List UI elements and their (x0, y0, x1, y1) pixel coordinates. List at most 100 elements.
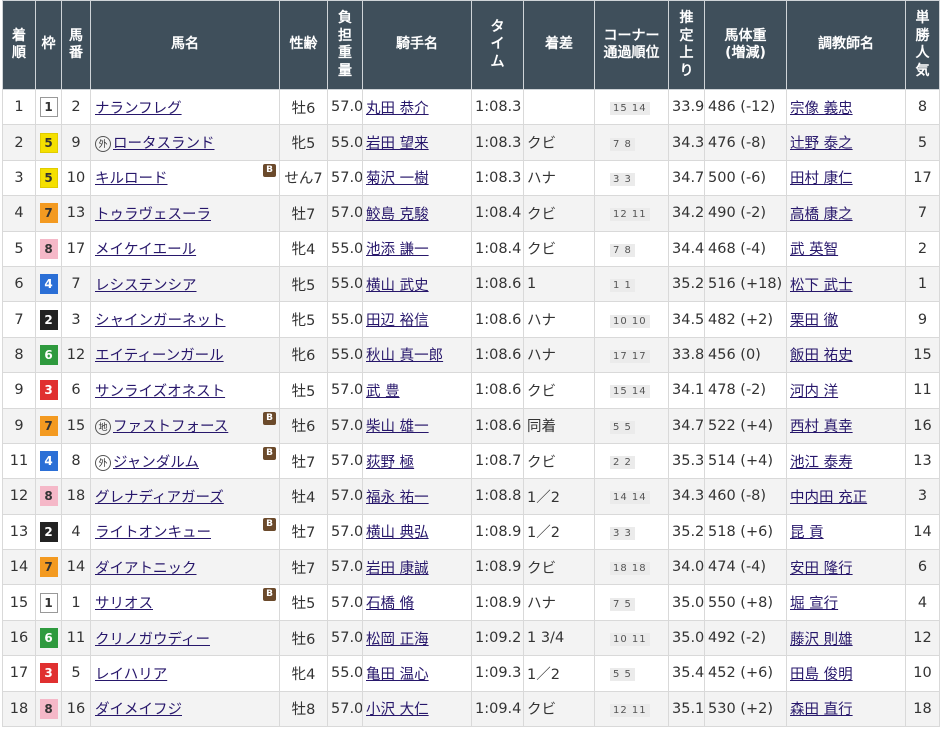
trainer-cell[interactable]: 武 英智 (786, 230, 906, 267)
trainer-cell[interactable]: 森田 直行 (786, 690, 906, 728)
jockey-cell[interactable]: 岩田 康誠 (362, 549, 472, 586)
jockey-cell[interactable]: 岩田 望来 (362, 124, 472, 161)
header-bodyweight[interactable]: 馬体重 (増減) (704, 0, 787, 90)
header-jockey[interactable]: 騎手名 (362, 0, 472, 90)
horse-name-link[interactable]: トゥラヴェスーラ (95, 207, 211, 223)
jockey-name-link[interactable]: 小沢 大仁 (366, 702, 429, 718)
trainer-cell[interactable]: 辻野 泰之 (786, 124, 906, 161)
jockey-name-link[interactable]: 鮫島 克駿 (366, 207, 429, 223)
horse-name-link[interactable]: サンライズオネスト (95, 384, 225, 400)
trainer-name-link[interactable]: 高橋 康之 (790, 207, 853, 223)
jockey-name-link[interactable]: 横山 武史 (366, 278, 429, 294)
header-weight[interactable]: 負担重量 (327, 0, 363, 90)
trainer-cell[interactable]: 池江 泰寿 (786, 442, 906, 480)
jockey-name-link[interactable]: 岩田 望来 (366, 136, 429, 152)
jockey-cell[interactable]: 池添 謙一 (362, 230, 472, 267)
horse-name-link[interactable]: ジャンダルム (113, 455, 199, 471)
trainer-cell[interactable]: 宗像 義忠 (786, 88, 906, 126)
horse-name-link[interactable]: ダイメイフジ (95, 702, 182, 718)
jockey-name-link[interactable]: 武 豊 (366, 384, 400, 400)
horse-name-link[interactable]: サリオス (95, 596, 153, 612)
trainer-name-link[interactable]: 堀 宣行 (790, 596, 838, 612)
trainer-cell[interactable]: 安田 隆行 (786, 549, 906, 586)
horse-cell[interactable]: ダイアトニック (90, 549, 280, 586)
horse-cell[interactable]: メイケイエール (90, 230, 280, 267)
trainer-cell[interactable]: 河内 洋 (786, 372, 906, 409)
header-margin[interactable]: 着差 (523, 0, 595, 90)
jockey-name-link[interactable]: 石橋 脩 (366, 596, 414, 612)
header-trainer[interactable]: 調教師名 (786, 0, 906, 90)
jockey-cell[interactable]: 秋山 真一郎 (362, 336, 472, 374)
jockey-cell[interactable]: 横山 武史 (362, 265, 472, 303)
trainer-name-link[interactable]: 飯田 祐史 (790, 348, 853, 364)
horse-name-link[interactable]: キルロード (95, 171, 168, 187)
jockey-cell[interactable]: 松岡 正海 (362, 619, 472, 657)
header-time[interactable]: タイム (471, 0, 524, 90)
horse-name-link[interactable]: ライトオンキュー (95, 525, 211, 541)
jockey-name-link[interactable]: 松岡 正海 (366, 632, 429, 648)
trainer-name-link[interactable]: 藤沢 則雄 (790, 632, 853, 648)
jockey-name-link[interactable]: 福永 祐一 (366, 490, 429, 506)
horse-cell[interactable]: ダイメイフジ (90, 690, 280, 728)
horse-name-link[interactable]: レシステンシア (95, 278, 197, 294)
trainer-name-link[interactable]: 松下 武士 (790, 278, 853, 294)
horse-name-link[interactable]: ナランフレグ (95, 101, 182, 117)
trainer-cell[interactable]: 高橋 康之 (786, 195, 906, 232)
trainer-name-link[interactable]: 宗像 義忠 (790, 101, 853, 117)
trainer-name-link[interactable]: 田島 俊明 (790, 667, 853, 683)
jockey-cell[interactable]: 柴山 雄一 (362, 407, 472, 444)
jockey-name-link[interactable]: 菊沢 一樹 (366, 171, 429, 187)
trainer-name-link[interactable]: 西村 真幸 (790, 419, 853, 435)
header-last3f[interactable]: 推定上り (668, 0, 705, 90)
header-waku[interactable]: 枠 (35, 0, 62, 90)
jockey-name-link[interactable]: 荻野 極 (366, 455, 414, 471)
horse-name-link[interactable]: ダイアトニック (95, 561, 197, 577)
horse-cell[interactable]: 外ロータスランド (90, 124, 280, 161)
trainer-cell[interactable]: 西村 真幸 (786, 407, 906, 444)
jockey-cell[interactable]: 田辺 裕信 (362, 301, 472, 338)
jockey-name-link[interactable]: 田辺 裕信 (366, 313, 429, 329)
horse-cell[interactable]: クリノガウディー (90, 619, 280, 657)
jockey-name-link[interactable]: 岩田 康誠 (366, 561, 429, 577)
trainer-name-link[interactable]: 武 英智 (790, 242, 838, 258)
horse-cell[interactable]: サンライズオネスト (90, 372, 280, 409)
trainer-name-link[interactable]: 中内田 充正 (790, 490, 867, 506)
horse-cell[interactable]: 地ファストフォース B (90, 407, 280, 444)
horse-name-link[interactable]: シャインガーネット (95, 313, 226, 329)
jockey-cell[interactable]: 亀田 温心 (362, 655, 472, 692)
jockey-cell[interactable]: 石橋 脩 (362, 584, 472, 621)
header-corner[interactable]: コーナー 通過順位 (594, 0, 669, 90)
jockey-cell[interactable]: 丸田 恭介 (362, 88, 472, 126)
horse-cell[interactable]: レシステンシア (90, 265, 280, 303)
horse-name-link[interactable]: エイティーンガール (95, 348, 224, 364)
jockey-name-link[interactable]: 秋山 真一郎 (366, 348, 443, 364)
horse-cell[interactable]: キルロード B (90, 159, 280, 197)
trainer-cell[interactable]: 松下 武士 (786, 265, 906, 303)
horse-cell[interactable]: 外ジャンダルム B (90, 442, 280, 480)
trainer-cell[interactable]: 中内田 充正 (786, 478, 906, 515)
horse-name-link[interactable]: ファストフォース (113, 419, 228, 435)
jockey-name-link[interactable]: 池添 謙一 (366, 242, 429, 258)
horse-cell[interactable]: レイハリア (90, 655, 280, 692)
trainer-name-link[interactable]: 安田 隆行 (790, 561, 853, 577)
trainer-name-link[interactable]: 田村 康仁 (790, 171, 853, 187)
trainer-cell[interactable]: 堀 宣行 (786, 584, 906, 621)
trainer-cell[interactable]: 栗田 徹 (786, 301, 906, 338)
jockey-cell[interactable]: 福永 祐一 (362, 478, 472, 515)
jockey-cell[interactable]: 横山 典弘 (362, 513, 472, 551)
jockey-name-link[interactable]: 横山 典弘 (366, 525, 429, 541)
trainer-name-link[interactable]: 森田 直行 (790, 702, 853, 718)
header-horse[interactable]: 馬名 (90, 0, 280, 90)
trainer-cell[interactable]: 藤沢 則雄 (786, 619, 906, 657)
jockey-name-link[interactable]: 亀田 温心 (366, 667, 429, 683)
horse-name-link[interactable]: クリノガウディー (95, 632, 210, 648)
header-pop[interactable]: 単勝人気 (905, 0, 940, 90)
horse-cell[interactable]: ナランフレグ (90, 88, 280, 126)
header-sexage[interactable]: 性齢 (279, 0, 328, 90)
trainer-name-link[interactable]: 辻野 泰之 (790, 136, 853, 152)
jockey-cell[interactable]: 菊沢 一樹 (362, 159, 472, 197)
trainer-name-link[interactable]: 栗田 徹 (790, 313, 838, 329)
horse-name-link[interactable]: レイハリア (95, 667, 167, 683)
horse-cell[interactable]: グレナディアガーズ (90, 478, 280, 515)
trainer-cell[interactable]: 田村 康仁 (786, 159, 906, 197)
